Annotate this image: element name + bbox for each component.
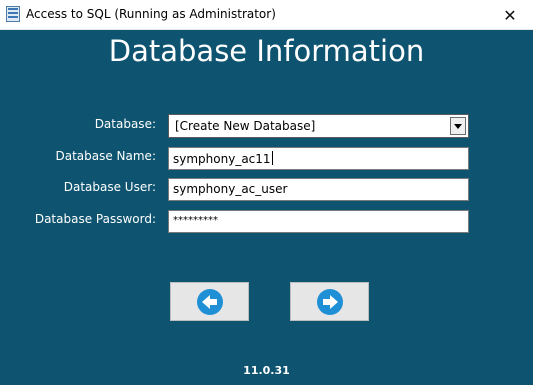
arrow-left-icon: [196, 288, 223, 315]
version-label: 11.0.31: [243, 364, 290, 377]
dropdown-button[interactable]: [450, 117, 466, 135]
page-title: Database Information: [108, 34, 425, 68]
next-button[interactable]: [290, 282, 369, 321]
text-caret: [271, 151, 273, 165]
database-user-label: Database User:: [63, 180, 156, 194]
chevron-down-icon: [454, 123, 462, 129]
database-label: Database:: [94, 117, 156, 131]
arrow-right-icon: [316, 288, 343, 315]
window-title: Access to SQL (Running as Administrator): [26, 7, 276, 21]
database-select[interactable]: [Create New Database]: [168, 114, 469, 138]
database-app-icon: [6, 6, 20, 22]
database-select-value: [Create New Database]: [175, 119, 316, 133]
main-panel: Database Information Database: [Create N…: [0, 30, 533, 385]
close-icon: ✕: [503, 5, 517, 25]
database-user-input[interactable]: symphony_ac_user: [168, 178, 469, 201]
database-name-label: Database Name:: [55, 149, 156, 163]
database-name-input[interactable]: symphony_ac11: [168, 147, 469, 170]
database-password-label: Database Password:: [34, 212, 156, 226]
database-password-input[interactable]: *********: [168, 210, 469, 233]
database-name-value: symphony_ac11: [173, 152, 271, 166]
title-bar: Access to SQL (Running as Administrator)…: [0, 0, 533, 30]
close-button[interactable]: ✕: [487, 0, 533, 30]
database-password-value: *********: [173, 215, 218, 226]
database-user-value: symphony_ac_user: [173, 182, 288, 196]
back-button[interactable]: [170, 282, 249, 321]
